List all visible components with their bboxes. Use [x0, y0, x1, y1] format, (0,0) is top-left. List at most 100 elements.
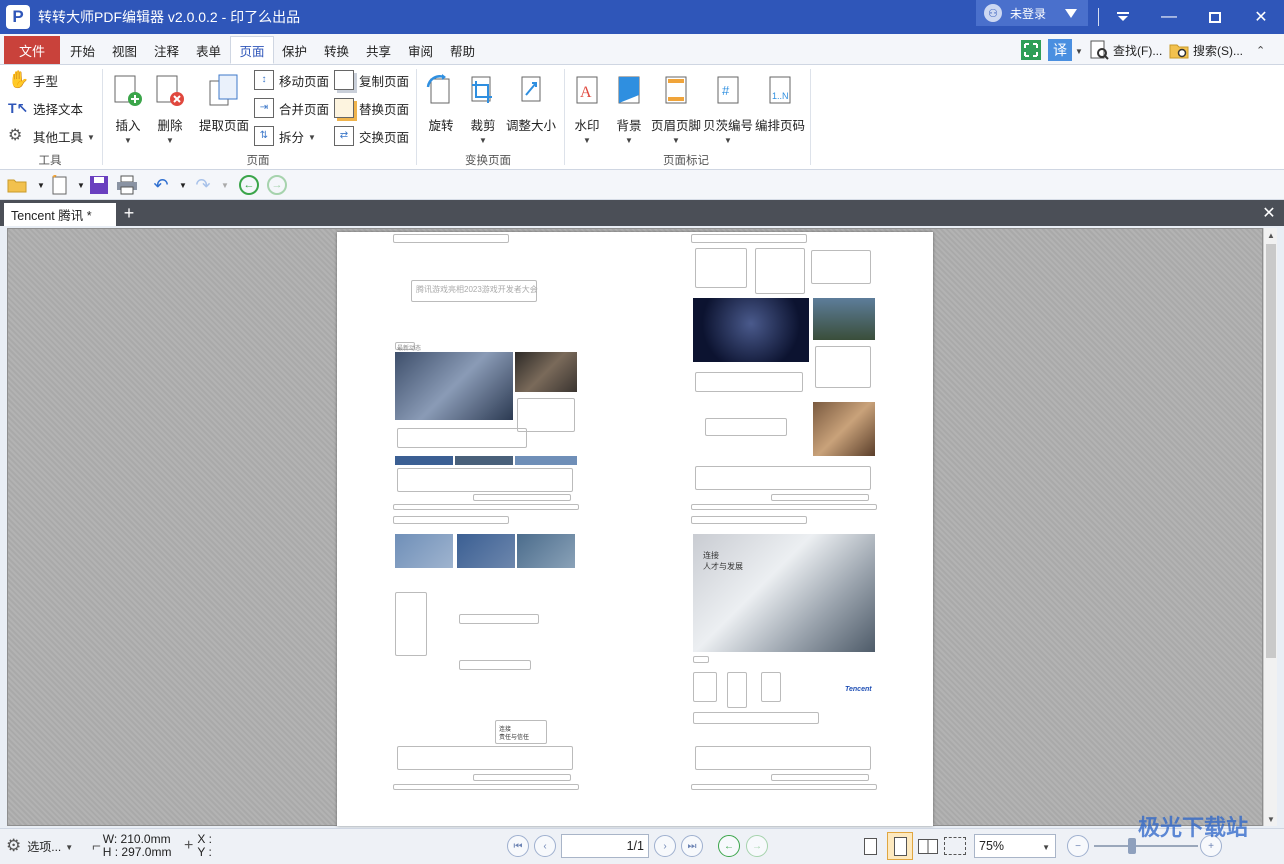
menu-form[interactable]: 表单 [190, 36, 227, 64]
dropdown-menu-button[interactable] [1100, 0, 1146, 34]
maximize-button[interactable] [1192, 0, 1238, 34]
open-button[interactable] [6, 174, 28, 196]
first-page-button[interactable]: ⏮ [507, 835, 529, 857]
watermark-label: 水印 [574, 119, 600, 133]
single-page-view-button[interactable] [864, 835, 882, 857]
page-header-bar [393, 234, 509, 243]
undo-dropdown[interactable]: ▼ [172, 174, 194, 196]
menu-start[interactable]: 开始 [64, 36, 101, 64]
career-photo: 连接 人才与发展 [693, 534, 875, 652]
fit-screen-button[interactable] [1020, 38, 1042, 62]
header-footer-label: 页眉页脚 [650, 119, 701, 133]
history-forward-button[interactable]: → [746, 835, 768, 857]
tab-tencent-document[interactable]: Tencent 腾讯 * [4, 203, 116, 226]
redo-dropdown[interactable]: ▼ [214, 174, 236, 196]
options-button[interactable]: ⚙ 选项... ▼ [6, 835, 73, 857]
forward-button[interactable]: → [266, 174, 288, 196]
close-window-button[interactable]: ✕ [1238, 0, 1284, 34]
copy-page-button[interactable]: 复制页面 [334, 69, 409, 91]
crop-button[interactable]: 裁剪 ▼ [466, 73, 500, 145]
card-photo-2 [457, 534, 515, 568]
menu-annotate[interactable]: 注释 [148, 36, 185, 64]
replace-page-button[interactable]: 替换页面 [334, 97, 409, 119]
next-page-button[interactable]: › [654, 835, 676, 857]
merge-page-button[interactable]: ⇥ 合并页面 [254, 97, 329, 119]
delete-page-button[interactable]: 删除 ▼ [152, 73, 188, 145]
swap-page-button[interactable]: ⇄ 交换页面 [334, 125, 409, 147]
news-label: 最新动态 [397, 346, 422, 352]
other-tools-button[interactable]: ⚙ 其他工具 ▼ [8, 125, 95, 147]
arrow-left-circle-icon: ← [239, 175, 259, 195]
print-button[interactable] [116, 174, 138, 196]
vertical-scrollbar[interactable]: ▲ ▼ [1263, 228, 1277, 826]
last-page-button[interactable]: ⏭ [681, 835, 703, 857]
zoom-select[interactable]: 75% ▼ [974, 834, 1056, 858]
prev-page-button[interactable]: ‹ [534, 835, 556, 857]
redo-button[interactable]: ↷ [192, 174, 214, 196]
scroll-up-icon[interactable]: ▲ [1264, 228, 1278, 242]
undo-button[interactable]: ↶ [150, 174, 172, 196]
continuous-view-button[interactable] [887, 832, 913, 860]
select-text-button[interactable]: T↖ 选择文本 [8, 97, 83, 119]
insert-page-button[interactable]: 插入 ▼ [110, 73, 146, 145]
select-text-label: 选择文本 [33, 102, 84, 117]
add-tab-button[interactable]: + [120, 203, 138, 223]
hand-tool-button[interactable]: ✋ 手型 [8, 69, 58, 91]
news-item-4 [815, 346, 871, 388]
resize-button[interactable]: 调整大小 [504, 73, 558, 134]
menu-convert[interactable]: 转换 [318, 36, 355, 64]
scroll-thumb[interactable] [1266, 244, 1276, 658]
find-button[interactable]: 查找(F)... [1088, 38, 1162, 62]
close-tab-button[interactable]: ✕ [1260, 203, 1278, 223]
gear-search-icon: ⚙ [8, 127, 23, 144]
menu-review[interactable]: 审阅 [402, 36, 439, 64]
collapse-ribbon-button[interactable]: ⌃ [1256, 38, 1265, 62]
minimize-button[interactable]: — [1146, 0, 1192, 34]
text-select-icon: T↖ [8, 100, 29, 116]
login-text: 未登录 [1010, 6, 1047, 21]
gear-icon: ⚙ [6, 836, 22, 855]
menu-file[interactable]: 文件 [4, 36, 60, 64]
page-numbering-button[interactable]: 1..N 编排页码 [754, 73, 806, 134]
page-number-input[interactable]: 1/1 [561, 834, 649, 858]
menu-help[interactable]: 帮助 [444, 36, 481, 64]
zoom-out-button[interactable]: − [1067, 835, 1089, 857]
chevron-down-icon: ▼ [65, 842, 74, 852]
last-page-icon: ⏭ [687, 840, 697, 852]
menu-share[interactable]: 共享 [360, 36, 397, 64]
search-button[interactable]: 搜索(S)... [1168, 38, 1243, 62]
strip-photo-2 [455, 456, 513, 465]
scroll-down-icon[interactable]: ▼ [1264, 812, 1278, 826]
extract-page-button[interactable]: 提取页面 [198, 73, 250, 134]
grid-view-button[interactable] [944, 835, 968, 857]
rotate-button[interactable]: 旋转 [424, 73, 458, 134]
watermark-button[interactable]: A 水印 ▼ [570, 73, 604, 145]
menu-page[interactable]: 页面 [230, 36, 274, 64]
menu-view[interactable]: 视图 [106, 36, 143, 64]
site-watermark: 极光下载站 [1138, 815, 1249, 840]
bates-number-button[interactable]: # 贝茨编号 ▼ [702, 73, 754, 145]
split-page-button[interactable]: ⇅ 拆分 ▼ [254, 125, 316, 147]
footer-links [771, 774, 869, 781]
strip-photo-3 [515, 456, 577, 465]
page-numbering-icon: 1..N [769, 76, 791, 104]
menu-protect[interactable]: 保护 [276, 36, 313, 64]
split-page-icon: ⇅ [254, 126, 274, 146]
translate-button[interactable]: 译 ▼ [1048, 38, 1083, 62]
save-button[interactable] [88, 174, 110, 196]
new-button[interactable] [48, 174, 70, 196]
chevron-left-icon: ‹ [543, 840, 547, 852]
svg-text:#: # [722, 83, 730, 98]
background-button[interactable]: 背景 ▼ [612, 73, 646, 145]
history-back-button[interactable]: ← [718, 835, 740, 857]
header-footer-button[interactable]: 页眉页脚 ▼ [650, 73, 702, 145]
news-photo [395, 352, 513, 420]
move-page-button[interactable]: ↕ 移动页面 [254, 69, 329, 91]
two-page-view-button[interactable] [918, 835, 940, 857]
zoom-slider[interactable] [1094, 845, 1198, 847]
pdf-page[interactable]: 腾讯游戏亮相2023游戏开发者大会 最新动态 连接 责任与信任 连接 人才与发展 [337, 232, 933, 826]
zoom-slider-handle[interactable] [1128, 838, 1136, 854]
back-button[interactable]: ← [238, 174, 260, 196]
chevron-down-icon: ▼ [583, 136, 591, 145]
login-button[interactable]: ⚇ 未登录 [976, 0, 1088, 26]
